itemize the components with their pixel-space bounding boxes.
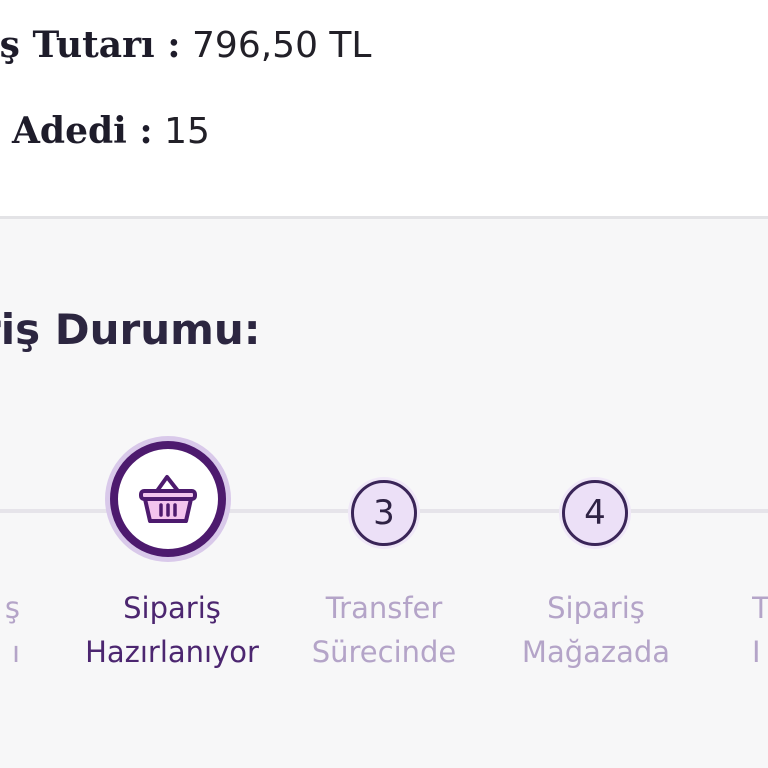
order-status-title: riş Durumu: — [0, 305, 261, 354]
order-summary: iş Tutarı : 796,50 TL Adedi : 15 — [0, 0, 768, 219]
status-step-4-line1: Sipariş — [547, 591, 645, 625]
status-step-3-circle: 3 — [351, 480, 417, 546]
status-step-4-label: Sipariş Mağazada — [486, 586, 706, 674]
status-step-3-line1: Transfer — [325, 591, 443, 625]
status-step-4-circle: 4 — [562, 480, 628, 546]
order-total-row: iş Tutarı : 796,50 TL — [0, 24, 371, 66]
status-step-1-line1: ş — [4, 591, 20, 625]
status-step-5-label: T I — [752, 586, 768, 686]
order-total-label: iş Tutarı : — [0, 24, 181, 66]
status-step-4-line2: Mağazada — [521, 635, 671, 669]
status-step-2-line2: Hazırlanıyor — [85, 635, 259, 669]
item-count-value: 15 — [164, 111, 210, 152]
status-step-3-line2: Sürecinde — [311, 635, 457, 669]
status-step-5-line2: I — [752, 635, 761, 669]
basket-icon — [139, 475, 197, 523]
status-step-5-line1: T — [752, 591, 768, 625]
status-step-2-label: Sipariş Hazırlanıyor — [62, 586, 282, 674]
status-step-3-label: Transfer Sürecinde — [274, 586, 494, 674]
status-step-4-number: 4 — [584, 493, 606, 533]
item-count-row: Adedi : 15 — [12, 110, 210, 152]
status-step-1-line2: ı — [11, 635, 20, 669]
status-step-2-line1: Sipariş — [123, 591, 221, 625]
status-step-2-active — [110, 441, 226, 557]
order-total-value: 796,50 TL — [192, 25, 372, 66]
status-step-3-number: 3 — [373, 493, 395, 533]
item-count-label: Adedi : — [12, 110, 153, 152]
order-detail-page: iş Tutarı : 796,50 TL Adedi : 15 riş Dur… — [0, 0, 768, 768]
status-step-1-label: ş ı — [0, 586, 20, 686]
